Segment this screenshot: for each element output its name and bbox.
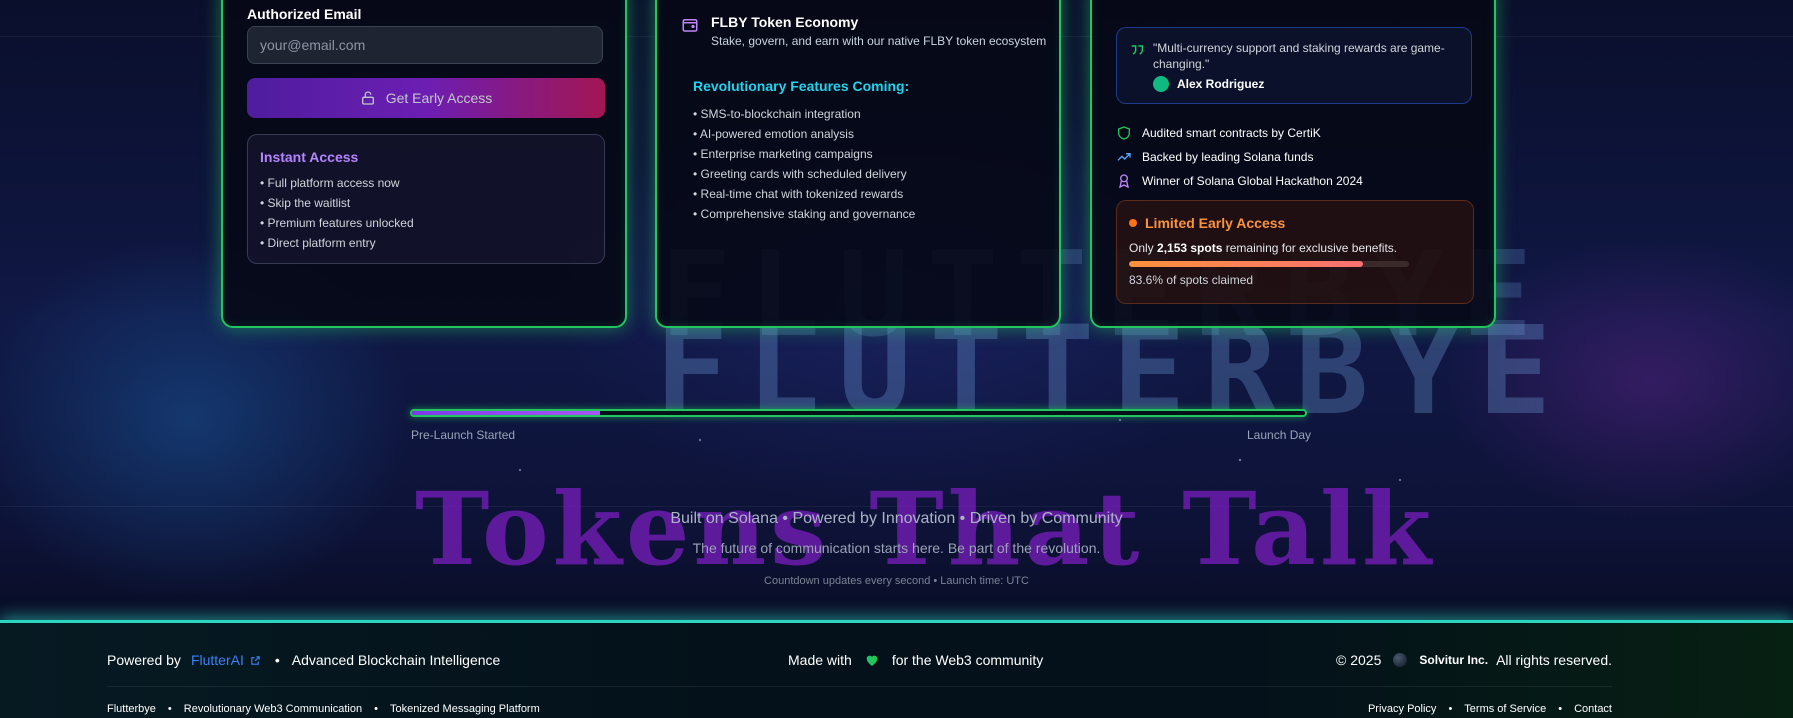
features-title: Revolutionary Features Coming:: [693, 78, 910, 94]
status-dot-icon: [1129, 219, 1137, 227]
shield-icon: [1118, 126, 1130, 140]
revolution-statement: The future of communication starts here.…: [692, 540, 1101, 556]
list-item: Greeting cards with scheduled delivery: [693, 164, 915, 184]
separator: •: [274, 652, 280, 668]
avatar: [1153, 76, 1169, 92]
powered-by-label: Powered by: [107, 652, 181, 668]
instant-access-box: Instant Access Full platform access now …: [247, 134, 605, 264]
footer: Powered by FlutterAI • Advanced Blockcha…: [0, 620, 1793, 718]
footer-powered-by: Powered by FlutterAI • Advanced Blockcha…: [107, 652, 500, 668]
spots-progress-bar: [1129, 261, 1409, 267]
for-community-label: for the Web3 community: [891, 652, 1044, 668]
trust-item-hackathon: Winner of Solana Global Hackathon 2024: [1116, 169, 1363, 193]
social-proof-card: "Multi-currency support and staking rewa…: [1090, 0, 1496, 328]
spots-claimed-text: 83.6% of spots claimed: [1129, 273, 1254, 287]
separator: •: [1558, 703, 1563, 715]
flby-title: FLBY Token Economy: [711, 14, 859, 30]
countdown-note: Countdown updates every second • Launch …: [764, 575, 1029, 587]
separator: •: [1448, 703, 1453, 715]
list-item: Full platform access now: [260, 173, 592, 193]
company-name: Solvitur Inc.: [1419, 653, 1489, 667]
trust-list: Audited smart contracts by CertiK Backed…: [1116, 121, 1363, 193]
spots-prefix: Only: [1129, 241, 1158, 255]
copyright-year: © 2025: [1336, 652, 1382, 668]
separator: •: [167, 703, 172, 715]
instant-access-title: Instant Access: [260, 149, 359, 165]
flutterai-link[interactable]: FlutterAI: [191, 652, 261, 668]
heart-icon: [866, 655, 878, 666]
mission-statement: Built on Solana • Powered by Innovation …: [670, 510, 1123, 527]
author-name: Alex Rodriguez: [1177, 77, 1265, 91]
flby-description: Stake, govern, and earn with our native …: [711, 34, 1047, 48]
progress-start-label: Pre-Launch Started: [411, 428, 516, 442]
footer-links-right: Privacy Policy • Terms of Service • Cont…: [1368, 703, 1612, 715]
get-early-access-button[interactable]: Get Early Access: [247, 78, 605, 118]
trending-up-icon: [1117, 153, 1131, 161]
features-list: SMS-to-blockchain integration AI-powered…: [693, 104, 915, 224]
footer-text-messaging: Tokenized Messaging Platform: [389, 703, 540, 715]
list-item: Enterprise marketing campaigns: [693, 144, 915, 164]
email-field[interactable]: [247, 26, 603, 64]
list-item: Comprehensive staking and governance: [693, 204, 916, 224]
advanced-label: Advanced Blockchain Intelligence: [291, 652, 501, 668]
trust-item-funds: Backed by leading Solana funds: [1116, 145, 1363, 169]
footer-made-with: Made with for the Web3 community: [788, 652, 1043, 668]
progress-end-label: Launch Day: [1247, 428, 1312, 442]
made-with-label: Made with: [788, 652, 852, 668]
testimonial-quote: "Multi-currency support and staking rewa…: [1153, 41, 1445, 71]
limited-access-box: Limited Early Access Only 2,153 spots re…: [1116, 200, 1474, 304]
background-tagline: Tokens That Talk: [415, 470, 1436, 588]
trust-item-audit: Audited smart contracts by CertiK: [1116, 121, 1363, 145]
list-item: Direct platform entry: [260, 233, 592, 253]
email-label: Authorized Email: [247, 6, 362, 22]
separator: •: [374, 703, 378, 715]
limited-access-title: Limited Early Access: [1129, 215, 1461, 231]
lock-icon: [361, 91, 374, 105]
contact-link[interactable]: Contact: [1574, 703, 1612, 715]
limited-access-label: Limited Early Access: [1145, 215, 1286, 231]
instant-access-list: Full platform access now Skip the waitli…: [260, 173, 592, 253]
spots-suffix: remaining for exclusive benefits.: [1222, 241, 1398, 255]
privacy-policy-link[interactable]: Privacy Policy: [1368, 703, 1436, 715]
flutterai-link-label: FlutterAI: [190, 652, 244, 668]
trust-item-label: Audited smart contracts by CertiK: [1142, 126, 1321, 140]
list-item: AI-powered emotion analysis: [693, 124, 915, 144]
spots-remaining-text: Only 2,153 spots remaining for exclusive…: [1129, 241, 1461, 255]
launch-progress-bar: [410, 409, 1307, 417]
flby-token-row: FLBY Token Economy Stake, govern, and ea…: [681, 14, 1046, 48]
list-item: Real-time chat with tokenized rewards: [693, 184, 915, 204]
divider: [0, 506, 1793, 507]
wallet-icon: [682, 19, 698, 32]
trust-item-label: Backed by leading Solana funds: [1142, 150, 1314, 164]
list-item: Premium features unlocked: [260, 213, 592, 233]
footer-divider: [107, 686, 1612, 687]
footer-links-left: Flutterbye • Revolutionary Web3 Communic…: [107, 703, 540, 715]
footer-copyright: © 2025 Solvitur Inc. All rights reserved…: [1336, 652, 1612, 668]
solvitur-logo-icon: [1393, 653, 1408, 667]
external-link-icon: [251, 655, 260, 665]
trust-item-label: Winner of Solana Global Hackathon 2024: [1142, 174, 1363, 188]
rights-label: All rights reserved.: [1496, 652, 1612, 668]
testimonial-box: "Multi-currency support and staking rewa…: [1116, 27, 1472, 104]
features-card: FLBY Token Economy Stake, govern, and ea…: [655, 0, 1061, 328]
list-item: Skip the waitlist: [260, 193, 592, 213]
spots-progress-fill: [1129, 261, 1364, 267]
terms-of-service-link[interactable]: Terms of Service: [1464, 703, 1546, 715]
early-access-card: Authorized Email Get Early Access Instan…: [221, 0, 627, 328]
footer-link-flutterbye: Flutterbye: [107, 703, 156, 715]
award-icon: [1119, 174, 1129, 189]
testimonial-author: Alex Rodriguez: [1153, 76, 1457, 92]
launch-progress-fill: [412, 411, 600, 415]
footer-text-web3: Revolutionary Web3 Communication: [183, 703, 363, 715]
get-early-access-label: Get Early Access: [385, 90, 493, 106]
list-item: SMS-to-blockchain integration: [693, 104, 915, 124]
spots-count: 2,153 spots: [1157, 241, 1223, 255]
quote-icon: [1131, 45, 1144, 55]
